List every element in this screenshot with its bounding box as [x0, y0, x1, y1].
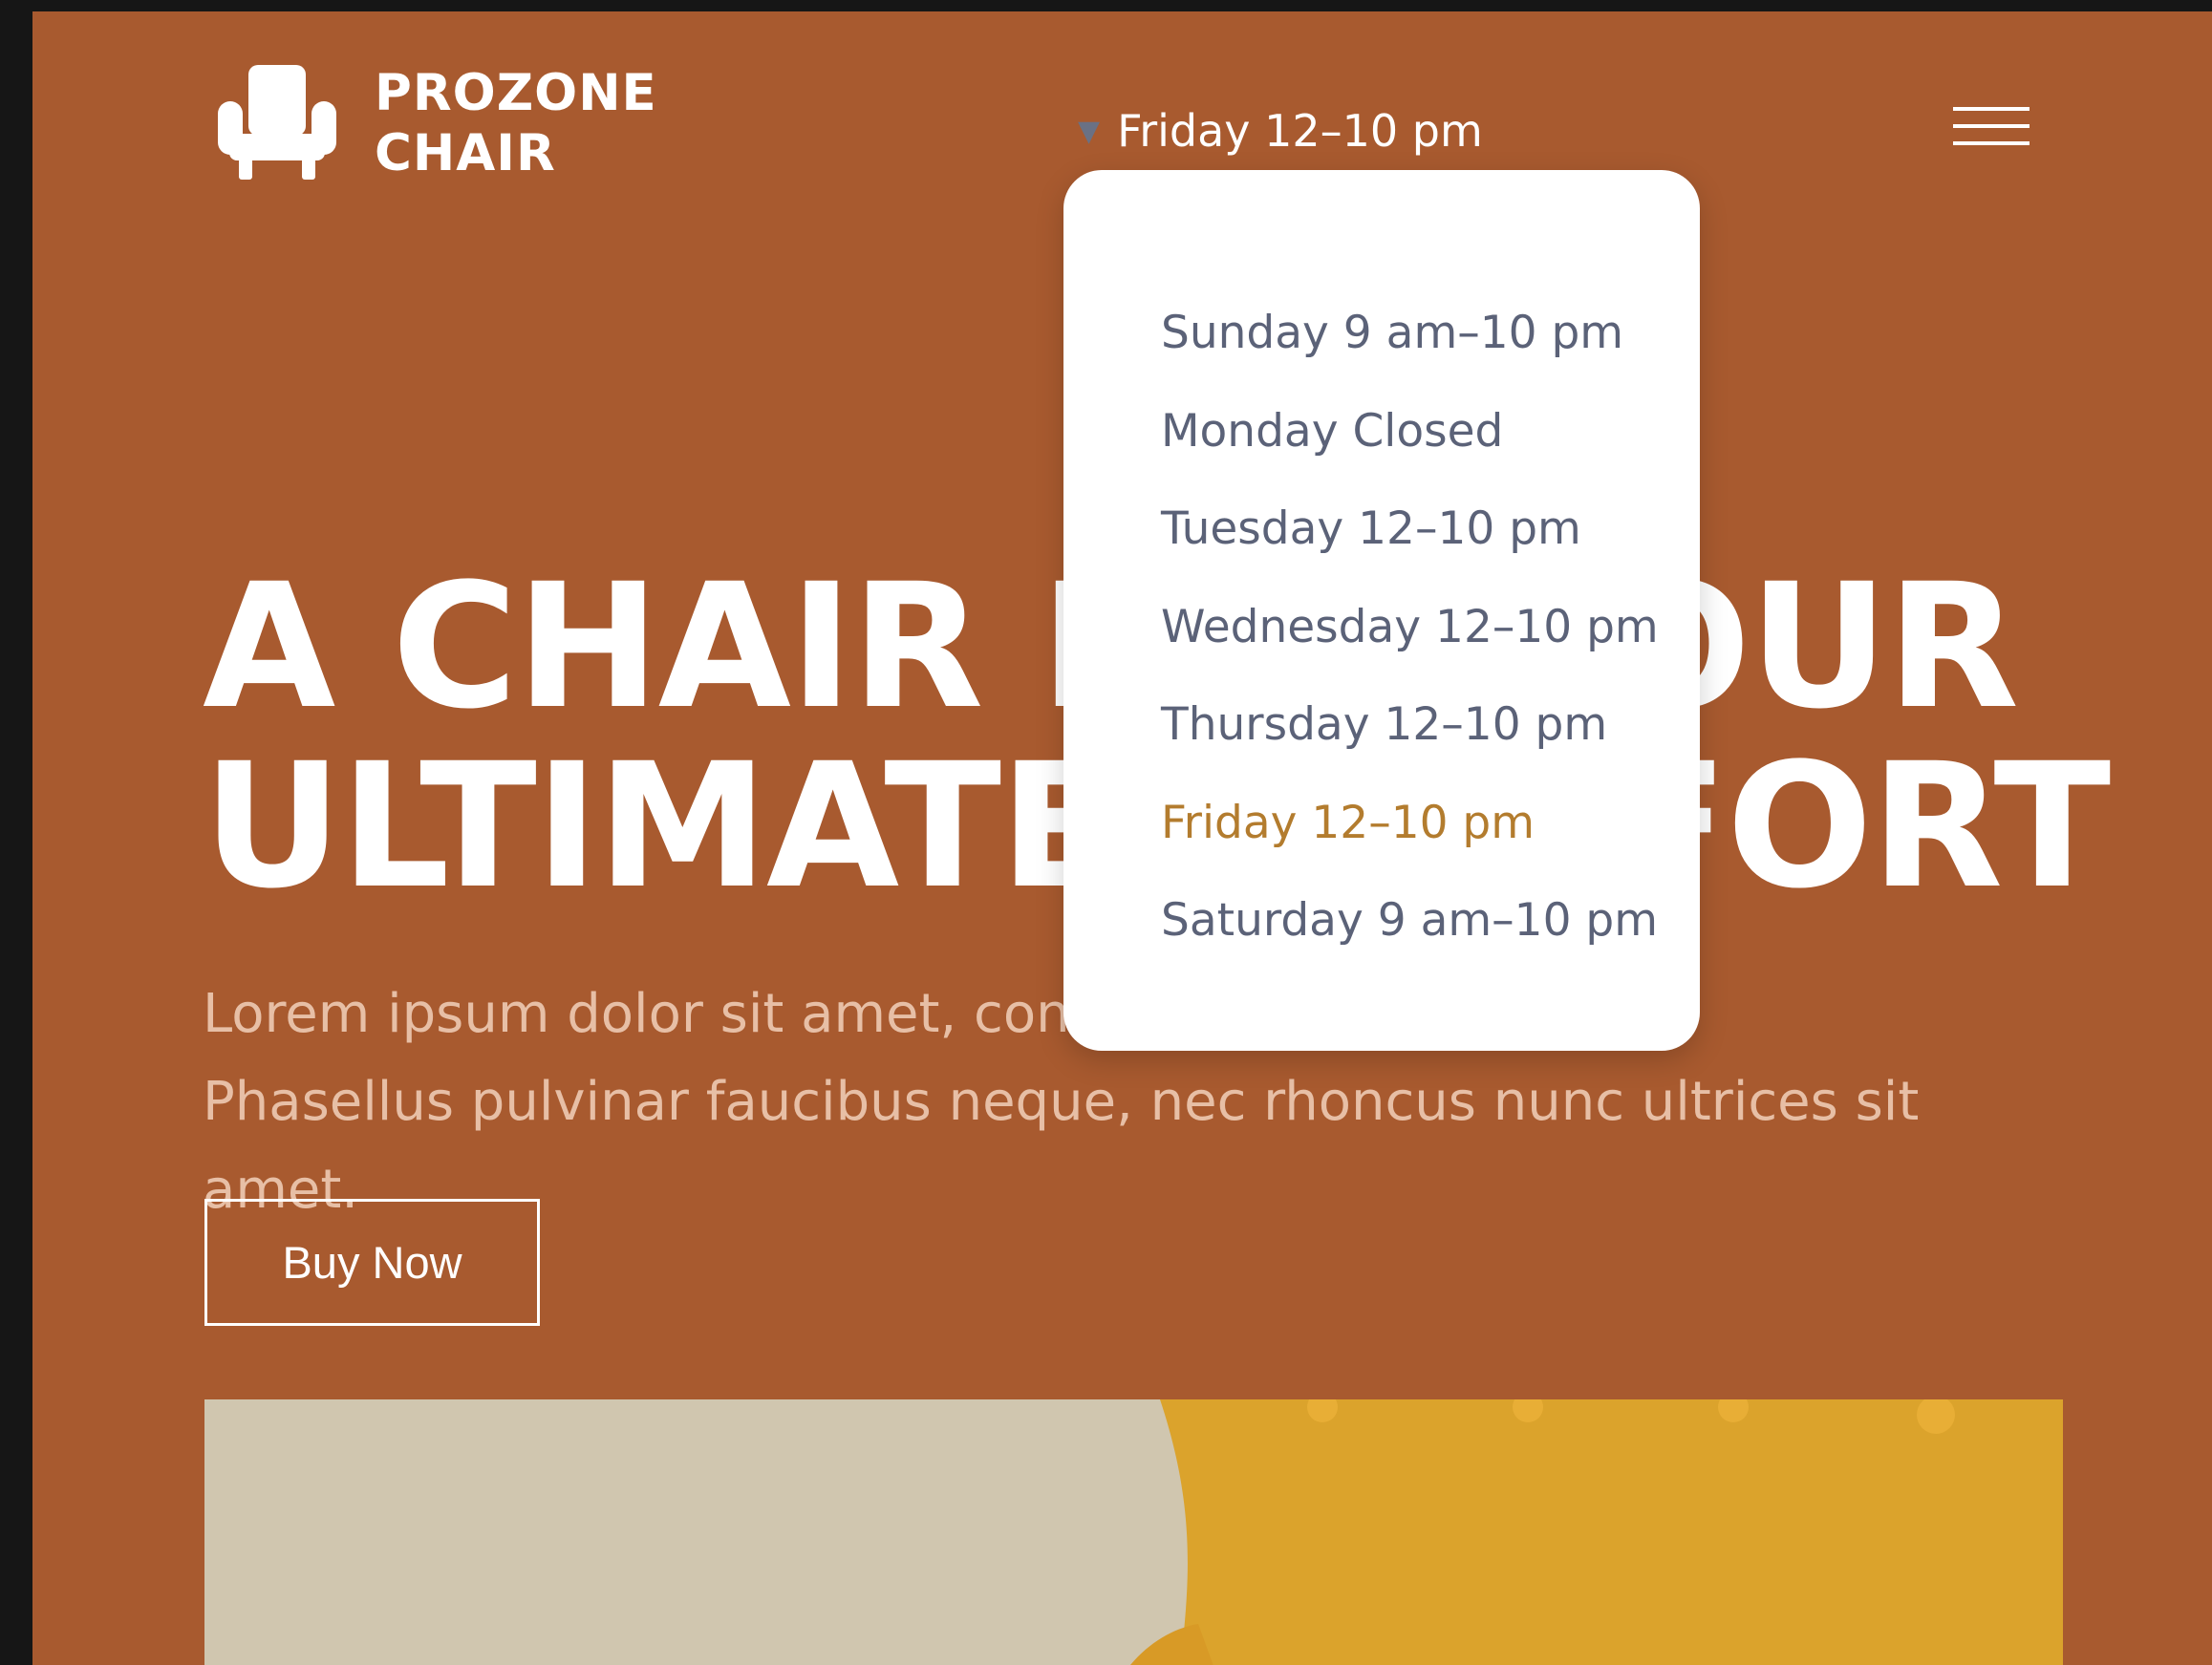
page: PROZONE CHAIR ▼ Friday 12–10 pm A CHAIR … — [32, 11, 2212, 1665]
armchair-icon — [218, 65, 336, 180]
menu-bar — [1953, 141, 2029, 145]
menu-bar — [1953, 107, 2029, 111]
opening-hours-toggle[interactable]: ▼ Friday 12–10 pm — [1078, 105, 1483, 157]
brand-name: PROZONE CHAIR — [375, 63, 657, 183]
current-hours-label: Friday 12–10 pm — [1117, 105, 1483, 157]
hours-item-sunday[interactable]: Sunday 9 am–10 pm — [1063, 285, 1700, 383]
buy-now-button[interactable]: Buy Now — [204, 1199, 540, 1326]
caret-down-icon: ▼ — [1078, 114, 1101, 148]
opening-hours-dropdown: Sunday 9 am–10 pm Monday Closed Tuesday … — [1063, 170, 1700, 1051]
hours-item-saturday[interactable]: Saturday 9 am–10 pm — [1063, 872, 1700, 971]
hero-chair-image — [204, 1399, 2063, 1665]
brand-logo[interactable]: PROZONE CHAIR — [216, 63, 657, 183]
hours-item-thursday[interactable]: Thursday 12–10 pm — [1063, 676, 1700, 775]
hours-item-friday[interactable]: Friday 12–10 pm — [1063, 775, 1700, 873]
menu-bar — [1953, 124, 2029, 128]
hours-item-tuesday[interactable]: Tuesday 12–10 pm — [1063, 480, 1700, 579]
brand-line-1: PROZONE — [375, 64, 657, 122]
hamburger-menu-icon[interactable] — [1953, 107, 2029, 157]
hours-item-monday[interactable]: Monday Closed — [1063, 383, 1700, 481]
hours-item-wednesday[interactable]: Wednesday 12–10 pm — [1063, 579, 1700, 677]
brand-line-2: CHAIR — [375, 124, 556, 182]
